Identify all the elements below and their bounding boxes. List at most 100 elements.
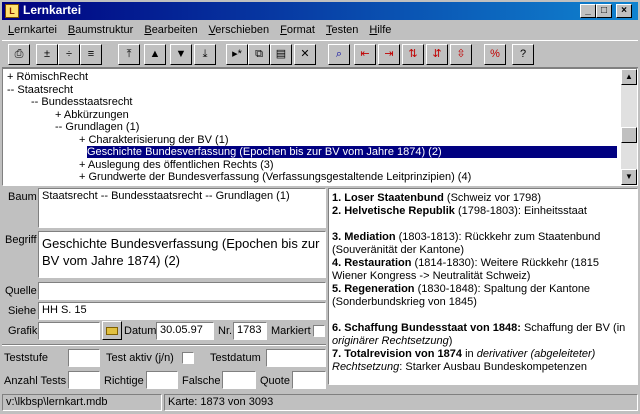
sort-alt-icon: ⇳ — [456, 48, 466, 60]
tree-item[interactable]: + Abkürzungen — [55, 109, 129, 121]
answer-paragraph: 7. Totalrevision von 1874 in derivativer… — [332, 348, 634, 374]
tree-item[interactable]: -- Grundlagen (1) — [55, 121, 139, 133]
printer-button[interactable]: ⎙ — [8, 44, 30, 65]
menu-format[interactable]: Format — [274, 21, 320, 36]
move-down-icon: ▼ — [175, 48, 187, 60]
menu-testen[interactable]: Testen — [320, 21, 363, 36]
move-down-button[interactable]: ▼ — [170, 44, 192, 65]
menu-hilfe[interactable]: Hilfe — [363, 21, 396, 36]
teststufe-field[interactable] — [68, 349, 100, 367]
scroll-up-button[interactable]: ▲ — [621, 69, 637, 85]
datum-field[interactable]: 30.05.97 — [156, 322, 214, 340]
delete-icon: ✕ — [300, 48, 310, 60]
teststufe-label: Teststufe — [4, 352, 49, 364]
tree-view[interactable]: ▲ ▼ + RömischRecht -- Staatsrecht -- Bunde… — [2, 68, 638, 186]
tree-item[interactable]: + Auslegung des öffentlichen Rechts (3) — [79, 159, 274, 171]
indent-right-button[interactable]: ⇥ — [378, 44, 400, 65]
tree-item[interactable]: -- Staatsrecht — [7, 84, 73, 96]
printer-icon: ⎙ — [14, 48, 24, 60]
delete-button[interactable]: ✕ — [294, 44, 316, 65]
testdatum-field[interactable] — [266, 349, 326, 367]
answer-run: (Schweiz vor 1798) — [443, 192, 542, 204]
quelle-field[interactable] — [38, 282, 326, 300]
move-top-button[interactable]: ⤒ — [118, 44, 140, 65]
anzahl-tests-field[interactable] — [68, 371, 100, 389]
collapse-button[interactable]: ÷ — [58, 44, 80, 65]
grafik-field[interactable] — [38, 322, 100, 340]
answer-paragraph: 1. Loser Staatenbund (Schweiz vor 1798) — [332, 192, 634, 205]
siehe-field[interactable]: HH S. 15 — [38, 302, 326, 320]
find-button[interactable]: ⌕ — [328, 44, 350, 65]
tree-item[interactable]: -- Bundesstaatsrecht — [31, 96, 133, 108]
tree-item-selected[interactable]: Geschichte Bundesverfassung (Epochen bis… — [87, 146, 617, 158]
percent-button[interactable]: % — [484, 44, 506, 65]
answer-run: originärer Rechtsetzung — [332, 335, 449, 347]
answer-run: (1798-1803): Einheitsstaat — [454, 205, 587, 217]
copy-button[interactable]: ⧉ — [248, 44, 270, 65]
quote-field[interactable] — [292, 371, 326, 389]
indent-left-icon: ⇤ — [360, 48, 370, 60]
minimize-button[interactable]: _ — [580, 4, 596, 18]
tree-item[interactable]: + RömischRecht — [7, 71, 88, 83]
answer-paragraph: 5. Regeneration (1830-1848): Spaltung de… — [332, 283, 634, 309]
tree-item[interactable]: + Grundwerte der Bundesverfassung (Verfa… — [79, 171, 471, 183]
help-button[interactable]: ? — [512, 44, 534, 65]
answer-run: ) — [448, 335, 453, 347]
move-bottom-button[interactable]: ⤓ — [194, 44, 216, 65]
title-bar[interactable]: L Lernkartei _ □ × — [2, 2, 638, 20]
maximize-button[interactable]: □ — [596, 4, 612, 18]
answer-run: 6. Schaffung Bundesstaat von 1848: — [332, 322, 521, 334]
move-up-icon: ▲ — [149, 48, 161, 60]
tree-item[interactable]: + Charakterisierung der BV (1) — [79, 134, 228, 146]
answer-pane[interactable]: 1. Loser Staatenbund (Schweiz vor 1798) 2… — [328, 188, 638, 385]
sort-up-button[interactable]: ⇅ — [402, 44, 424, 65]
plus-minus-icon: ± — [43, 48, 51, 60]
answer-blank-line — [332, 309, 634, 322]
move-up-button[interactable]: ▲ — [144, 44, 166, 65]
grafik-label: Grafik — [8, 325, 38, 337]
list-button[interactable]: ≡ — [80, 44, 102, 65]
indent-right-icon: ⇥ — [384, 48, 394, 60]
sort-alt-button[interactable]: ⇳ — [450, 44, 472, 65]
falsche-field[interactable] — [222, 371, 256, 389]
menu-lernkartei[interactable]: Lernkartei — [2, 21, 62, 36]
scroll-thumb[interactable] — [621, 127, 637, 143]
answer-run: in — [462, 348, 477, 360]
baum-field[interactable]: Staatsrecht -- Bundesstaatsrecht -- Grun… — [38, 188, 326, 228]
begriff-field[interactable]: Geschichte Bundesverfassung (Epochen bis… — [38, 231, 326, 278]
falsche-label: Falsche — [182, 375, 221, 387]
nr-field[interactable]: 1783 — [233, 322, 267, 340]
richtige-field[interactable] — [146, 371, 178, 389]
answer-run: 3. Mediation — [332, 231, 396, 243]
answer-paragraph: 2. Helvetische Republik (1798-1803): Ein… — [332, 205, 634, 218]
tree-scrollbar[interactable]: ▲ ▼ — [621, 69, 637, 185]
sort-down-icon: ⇵ — [432, 48, 442, 60]
test-aktiv-checkbox[interactable] — [182, 352, 194, 364]
anzahl-tests-label: Anzahl Tests — [4, 375, 67, 387]
quote-label: Quote — [260, 375, 290, 387]
answer-text: 1. Loser Staatenbund (Schweiz vor 1798) 2… — [332, 192, 634, 374]
goto-button[interactable]: ▸* — [226, 44, 248, 65]
paste-button[interactable]: ▤ — [270, 44, 292, 65]
sort-up-icon: ⇅ — [408, 48, 418, 60]
siehe-label: Siehe — [8, 305, 37, 317]
browse-folder-button[interactable] — [102, 321, 122, 340]
form-divider — [2, 344, 326, 346]
answer-paragraph: 6. Schaffung Bundesstaat von 1848: Schaf… — [332, 322, 634, 348]
answer-run: : Starker Ausbau Bundeskompetenzen — [399, 361, 587, 373]
close-button[interactable]: × — [616, 4, 632, 18]
begriff-label: Begriff — [5, 234, 37, 246]
markiert-checkbox[interactable] — [313, 325, 325, 337]
indent-left-button[interactable]: ⇤ — [354, 44, 376, 65]
answer-run: 7. Totalrevision von 1874 — [332, 348, 463, 360]
markiert-label: Markiert — [271, 325, 311, 337]
menu-baumstruktur[interactable]: Baumstruktur — [62, 21, 138, 36]
menu-verschieben[interactable]: Verschieben — [203, 21, 275, 36]
sort-down-button[interactable]: ⇵ — [426, 44, 448, 65]
test-aktiv-label: Test aktiv (j/n) — [106, 352, 174, 364]
menu-bar: Lernkartei Baumstruktur Bearbeiten Verschie… — [2, 21, 638, 40]
scroll-down-button[interactable]: ▼ — [621, 169, 637, 185]
paste-icon: ▤ — [275, 48, 287, 60]
plus-minus-button[interactable]: ± — [36, 44, 58, 65]
menu-bearbeiten[interactable]: Bearbeiten — [138, 21, 202, 36]
